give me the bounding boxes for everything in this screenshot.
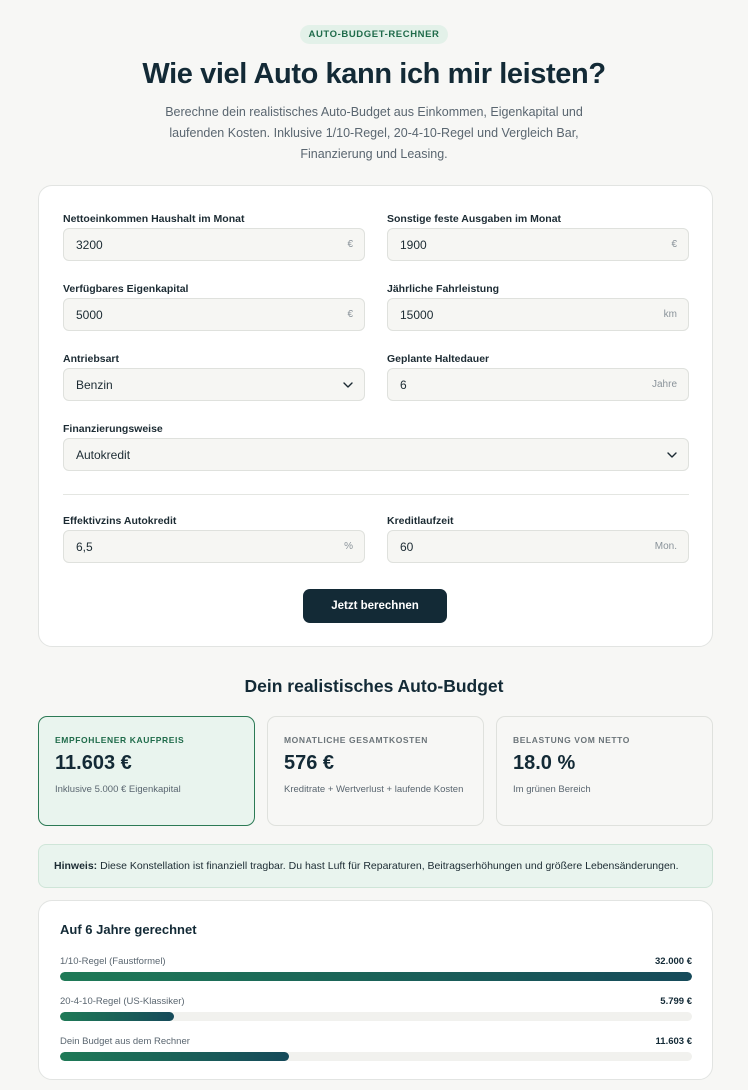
comparison-title: Auf 6 Jahre gerechnet xyxy=(60,922,197,937)
hint-label: Hinweis: xyxy=(54,860,98,872)
financing-field: Finanzierungsweise Autokredit xyxy=(63,423,689,471)
drive-value: Benzin xyxy=(76,378,113,392)
mileage-value: 15000 xyxy=(400,308,434,322)
interest-unit: % xyxy=(344,541,353,552)
form-divider xyxy=(63,494,689,495)
holding-input[interactable]: 6 Jahre xyxy=(387,368,689,401)
comparison-bar-fill xyxy=(60,1052,290,1061)
interest-value: 6,5 xyxy=(76,540,93,554)
comparison-bar-track xyxy=(60,1052,692,1061)
drive-label: Antriebsart xyxy=(63,353,120,365)
comparison-value: 11.603 € xyxy=(655,1036,692,1047)
stat-value: 576 € xyxy=(284,752,335,774)
interest-label: Effektivzins Autokredit xyxy=(63,515,177,527)
equity-input[interactable]: 5000 € xyxy=(63,298,365,331)
chevron-down-icon xyxy=(667,452,677,458)
expenses-value: 1900 xyxy=(400,238,427,252)
mileage-input[interactable]: 15000 km xyxy=(387,298,689,331)
expenses-unit: € xyxy=(671,239,677,250)
comparison-row: 20-4-10-Regel (US-Klassiker) 5.799 € xyxy=(60,996,692,1022)
comparison-bar-fill xyxy=(60,972,692,981)
term-label: Kreditlaufzeit xyxy=(387,515,454,527)
mileage-unit: km xyxy=(663,309,677,320)
term-unit: Mon. xyxy=(654,541,677,552)
expenses-field: Sonstige feste Ausgaben im Monat 1900 € xyxy=(387,213,689,261)
income-input[interactable]: 3200 € xyxy=(63,228,365,261)
stat-note: Kreditrate + Wertverlust + laufende Kost… xyxy=(284,784,464,795)
income-value: 3200 xyxy=(76,238,103,252)
comparison-label: Dein Budget aus dem Rechner xyxy=(60,1036,190,1047)
hint-text: Diese Konstellation ist finanziell tragb… xyxy=(97,860,679,872)
comparison-value: 5.799 € xyxy=(660,996,692,1007)
income-label: Nettoeinkommen Haushalt im Monat xyxy=(63,213,245,225)
financing-select[interactable]: Autokredit xyxy=(63,438,689,471)
calculate-button[interactable]: Jetzt berechnen xyxy=(303,589,447,623)
stat-value: 18.0 % xyxy=(513,752,576,774)
chevron-down-icon xyxy=(343,382,353,388)
comparison-bar-track xyxy=(60,972,692,981)
drive-field: Antriebsart Benzin xyxy=(63,353,365,401)
interest-input[interactable]: 6,5 % xyxy=(63,530,365,563)
stat-note: Im grünen Bereich xyxy=(513,784,591,795)
term-input[interactable]: 60 Mon. xyxy=(387,530,689,563)
term-value: 60 xyxy=(400,540,414,554)
stat-label: MONATLICHE GESAMTKOSTEN xyxy=(284,735,428,745)
expenses-label: Sonstige feste Ausgaben im Monat xyxy=(387,213,562,225)
expenses-input[interactable]: 1900 € xyxy=(387,228,689,261)
comparison-bar-fill xyxy=(60,1012,175,1021)
stat-note: Inklusive 5.000 € Eigenkapital xyxy=(55,784,181,795)
equity-unit: € xyxy=(347,309,353,320)
comparison-row: 1/10-Regel (Faustformel) 32.000 € xyxy=(60,956,692,982)
comparison-row: Dein Budget aus dem Rechner 11.603 € xyxy=(60,1036,692,1062)
mileage-field: Jährliche Fahrleistung 15000 km xyxy=(387,283,689,331)
equity-value: 5000 xyxy=(76,308,103,322)
drive-select[interactable]: Benzin xyxy=(63,368,365,401)
financing-value: Autokredit xyxy=(76,448,131,462)
results-title: Dein realistisches Auto-Budget xyxy=(244,676,504,696)
equity-label: Verfügbares Eigenkapital xyxy=(63,283,189,295)
hint-box: Hinweis: Diese Konstellation ist finanzi… xyxy=(38,844,713,888)
mileage-label: Jährliche Fahrleistung xyxy=(387,283,500,295)
stat-value: 11.603 € xyxy=(55,752,132,774)
term-field: Kreditlaufzeit 60 Mon. xyxy=(387,515,689,563)
comparison-card: Auf 6 Jahre gerechnet 1/10-Regel (Faustf… xyxy=(38,900,713,1080)
income-unit: € xyxy=(347,239,353,250)
burden-card: BELASTUNG VOM NETTO 18.0 % Im grünen Ber… xyxy=(496,716,713,826)
comparison-label: 1/10-Regel (Faustformel) xyxy=(60,956,166,967)
page-subtitle: Berechne dein realistisches Auto-Budget … xyxy=(165,105,583,161)
holding-value: 6 xyxy=(400,378,407,392)
stat-label: BELASTUNG VOM NETTO xyxy=(513,735,631,745)
monthly-cost-card: MONATLICHE GESAMTKOSTEN 576 € Kreditrate… xyxy=(267,716,484,826)
stat-label: EMPFOHLENER KAUFPREIS xyxy=(55,735,185,745)
holding-field: Geplante Haltedauer 6 Jahre xyxy=(387,353,689,401)
page-badge: AUTO-BUDGET-RECHNER xyxy=(300,25,448,44)
calculator-form: Nettoeinkommen Haushalt im Monat 3200 € … xyxy=(38,185,713,647)
comparison-bar-track xyxy=(60,1012,692,1021)
interest-field: Effektivzins Autokredit 6,5 % xyxy=(63,515,365,563)
recommended-price-card: EMPFOHLENER KAUFPREIS 11.603 € Inklusive… xyxy=(38,716,255,826)
holding-unit: Jahre xyxy=(651,379,677,390)
comparison-value: 32.000 € xyxy=(655,956,692,967)
equity-field: Verfügbares Eigenkapital 5000 € xyxy=(63,283,365,331)
comparison-label: 20-4-10-Regel (US-Klassiker) xyxy=(60,996,185,1007)
holding-label: Geplante Haltedauer xyxy=(387,353,490,365)
page-title: Wie viel Auto kann ich mir leisten? xyxy=(142,58,606,90)
income-field: Nettoeinkommen Haushalt im Monat 3200 € xyxy=(63,213,365,261)
financing-label: Finanzierungsweise xyxy=(63,423,163,435)
